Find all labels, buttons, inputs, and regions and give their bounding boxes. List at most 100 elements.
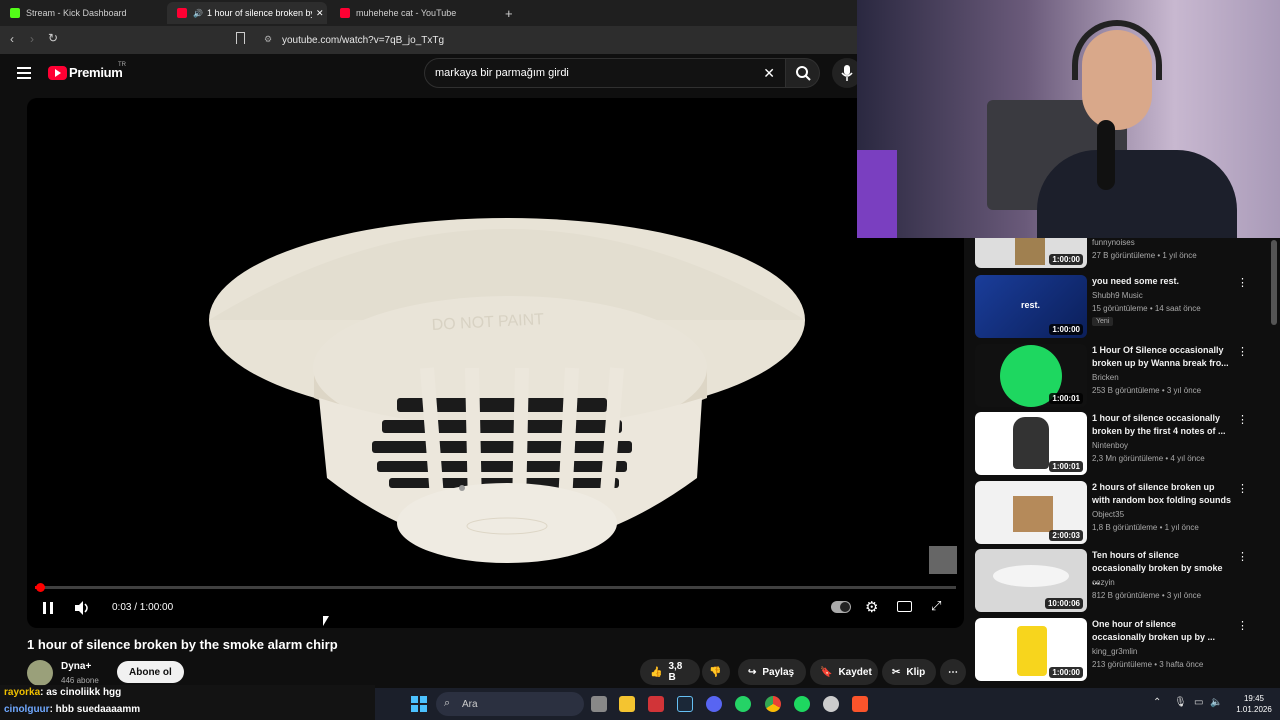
spotify-icon[interactable] xyxy=(794,696,810,712)
video-title[interactable]: 1 Hour Of Silence occasionally broken up… xyxy=(1092,344,1232,370)
volume-icon[interactable] xyxy=(75,601,91,618)
obs-icon[interactable] xyxy=(823,696,839,712)
video-meta: 812 B görüntüleme • 3 yıl önce xyxy=(1092,591,1202,600)
recommendation-item[interactable]: 1:00:01 1 hour of silence occasionally b… xyxy=(975,412,1275,476)
menu-icon[interactable] xyxy=(17,67,31,79)
whatsapp-icon[interactable] xyxy=(735,696,751,712)
duration-badge: 1:00:00 xyxy=(1049,324,1083,335)
subscribe-button[interactable]: Abone ol xyxy=(117,661,184,683)
new-badge: Yeni xyxy=(1092,317,1114,326)
video-thumbnail[interactable]: 2:00:03 xyxy=(975,481,1087,544)
video-thumbnail[interactable]: 1:00:01 xyxy=(975,344,1087,407)
video-meta: 253 B görüntüleme • 3 yıl önce xyxy=(1092,386,1202,395)
video-thumbnail[interactable]: rest. 1:00:00 xyxy=(975,275,1087,338)
new-tab-button[interactable]: + xyxy=(495,2,519,24)
channel-watermark[interactable] xyxy=(929,546,957,574)
scissors-icon: ✂ xyxy=(892,666,901,678)
recommendation-item[interactable]: 1:00:00 One hour of silence occasionally… xyxy=(975,618,1275,682)
more-options-icon[interactable]: ⋮ xyxy=(1237,414,1248,426)
channel-avatar[interactable] xyxy=(27,660,53,686)
progress-bar[interactable] xyxy=(35,583,956,592)
chrome-icon[interactable] xyxy=(765,696,781,712)
sidebar-scrollbar[interactable] xyxy=(1271,240,1277,325)
channel-name[interactable]: Object35 xyxy=(1092,510,1124,519)
more-options-icon[interactable]: ⋮ xyxy=(1237,483,1248,495)
store-icon[interactable] xyxy=(648,696,664,712)
tab-label: 1 hour of silence broken by th xyxy=(206,8,312,18)
forward-icon[interactable]: › xyxy=(30,32,34,46)
bookmark-icon[interactable] xyxy=(236,32,245,44)
network-icon[interactable]: ▭ xyxy=(1194,697,1203,708)
recommendation-item[interactable]: 2:00:03 2 hours of silence broken up wit… xyxy=(975,481,1275,545)
youtube-logo-icon[interactable] xyxy=(48,66,67,80)
more-options-icon[interactable]: ⋮ xyxy=(1237,620,1248,632)
video-thumbnail[interactable]: 10:00:06 xyxy=(975,549,1087,612)
microphone-tray-icon[interactable]: 🎙 xyxy=(1174,697,1187,708)
duration-badge: 1:00:00 xyxy=(1049,254,1083,265)
video-thumbnail[interactable]: 1:00:01 xyxy=(975,412,1087,475)
share-label: Paylaş xyxy=(762,666,795,678)
pause-icon[interactable] xyxy=(43,602,53,614)
channel-name[interactable]: Dyna+ xyxy=(61,661,91,672)
like-button[interactable]: 👍 3,8 B xyxy=(640,659,700,685)
dislike-button[interactable]: 👎 xyxy=(702,659,730,685)
more-actions-button[interactable]: ⋯ xyxy=(940,659,966,685)
chat-text: : as cinoliikk hgg xyxy=(40,687,122,698)
taskbar-search[interactable]: ⌕ Ara xyxy=(436,692,584,716)
more-options-icon[interactable]: ⋮ xyxy=(1237,277,1248,289)
tab-label: muhehehe cat - YouTube xyxy=(356,8,457,18)
more-options-icon[interactable]: ⋮ xyxy=(1237,346,1248,358)
recommendation-item[interactable]: 10:00:06 Ten hours of silence occasional… xyxy=(975,549,1275,613)
back-icon[interactable]: ‹ xyxy=(10,32,14,46)
logo-text[interactable]: Premium xyxy=(69,65,123,80)
windows-start-icon[interactable] xyxy=(411,696,427,712)
channel-name[interactable]: cozyin xyxy=(1092,578,1115,587)
video-meta: 15 görüntüleme • 14 saat önce xyxy=(1092,304,1201,313)
tab-kick-dashboard[interactable]: Stream - Kick Dashboard xyxy=(0,2,165,24)
brave-icon[interactable] xyxy=(852,696,868,712)
recommendation-item[interactable]: 1:00:01 1 Hour Of Silence occasionally b… xyxy=(975,344,1275,408)
thumbs-up-icon: 👍 xyxy=(650,666,663,678)
video-thumbnail[interactable]: 1:00:00 xyxy=(975,618,1087,681)
video-title[interactable]: One hour of silence occasionally broken … xyxy=(1092,618,1232,644)
site-info-icon[interactable]: ⚙ xyxy=(264,34,272,45)
reload-icon[interactable]: ↻ xyxy=(48,31,58,45)
task-view-icon[interactable] xyxy=(591,696,607,712)
tab-youtube-cat[interactable]: muhehehe cat - YouTube xyxy=(330,2,495,24)
discord-icon[interactable] xyxy=(706,696,722,712)
video-title[interactable]: 1 hour of silence occasionally broken by… xyxy=(1092,412,1232,438)
file-explorer-icon[interactable] xyxy=(619,696,635,712)
video-meta: 2,3 Mn görüntüleme • 4 yıl önce xyxy=(1092,454,1205,463)
steam-icon[interactable] xyxy=(677,696,693,712)
video-title[interactable]: you need some rest. xyxy=(1092,275,1232,288)
channel-name[interactable]: Bricken xyxy=(1092,373,1119,382)
close-tab-icon[interactable]: ✕ xyxy=(316,8,324,19)
search-input[interactable]: markaya bir parmağım girdi ✕ xyxy=(424,58,786,88)
search-button[interactable] xyxy=(786,58,820,88)
channel-name[interactable]: Shubh9 Music xyxy=(1092,291,1143,300)
volume-tray-icon[interactable]: 🔈 xyxy=(1210,697,1222,708)
theater-mode-icon[interactable] xyxy=(897,601,912,612)
clip-button[interactable]: ✂ Klip xyxy=(882,659,936,685)
save-button[interactable]: 🔖 Kaydet xyxy=(810,659,878,685)
tab-youtube-active[interactable]: 🔊 1 hour of silence broken by th ✕ xyxy=(167,2,327,24)
video-player[interactable]: DO NOT PAINT 0:03 / 1:00:00 ⚙ ⤢ xyxy=(27,98,964,628)
system-clock[interactable]: 19:45 1.01.2026 xyxy=(1230,693,1278,715)
more-options-icon[interactable]: ⋮ xyxy=(1237,551,1248,563)
recommendation-item[interactable]: rest. 1:00:00 you need some rest. Shubh9 … xyxy=(975,275,1275,339)
clear-search-icon[interactable]: ✕ xyxy=(763,65,775,82)
share-button[interactable]: ↪ Paylaş xyxy=(738,659,806,685)
channel-name[interactable]: Nintenboy xyxy=(1092,441,1128,450)
duration-badge: 2:00:03 xyxy=(1049,530,1083,541)
url-field[interactable]: ⚙ youtube.com/watch?v=7qB_jo_TxTg xyxy=(256,30,856,50)
microphone-icon xyxy=(1097,120,1115,190)
autoplay-toggle[interactable] xyxy=(831,601,851,613)
fullscreen-icon[interactable]: ⤢ xyxy=(931,598,941,614)
settings-icon[interactable]: ⚙ xyxy=(865,598,878,616)
channel-name[interactable]: funnynoises xyxy=(1092,238,1135,247)
scrubber-handle[interactable] xyxy=(35,583,45,592)
chevron-up-icon[interactable]: ⌃ xyxy=(1153,697,1161,708)
headset-icon xyxy=(1072,20,1162,80)
channel-name[interactable]: king_gr3mlin xyxy=(1092,647,1137,656)
video-title[interactable]: 2 hours of silence broken up with random… xyxy=(1092,481,1232,507)
